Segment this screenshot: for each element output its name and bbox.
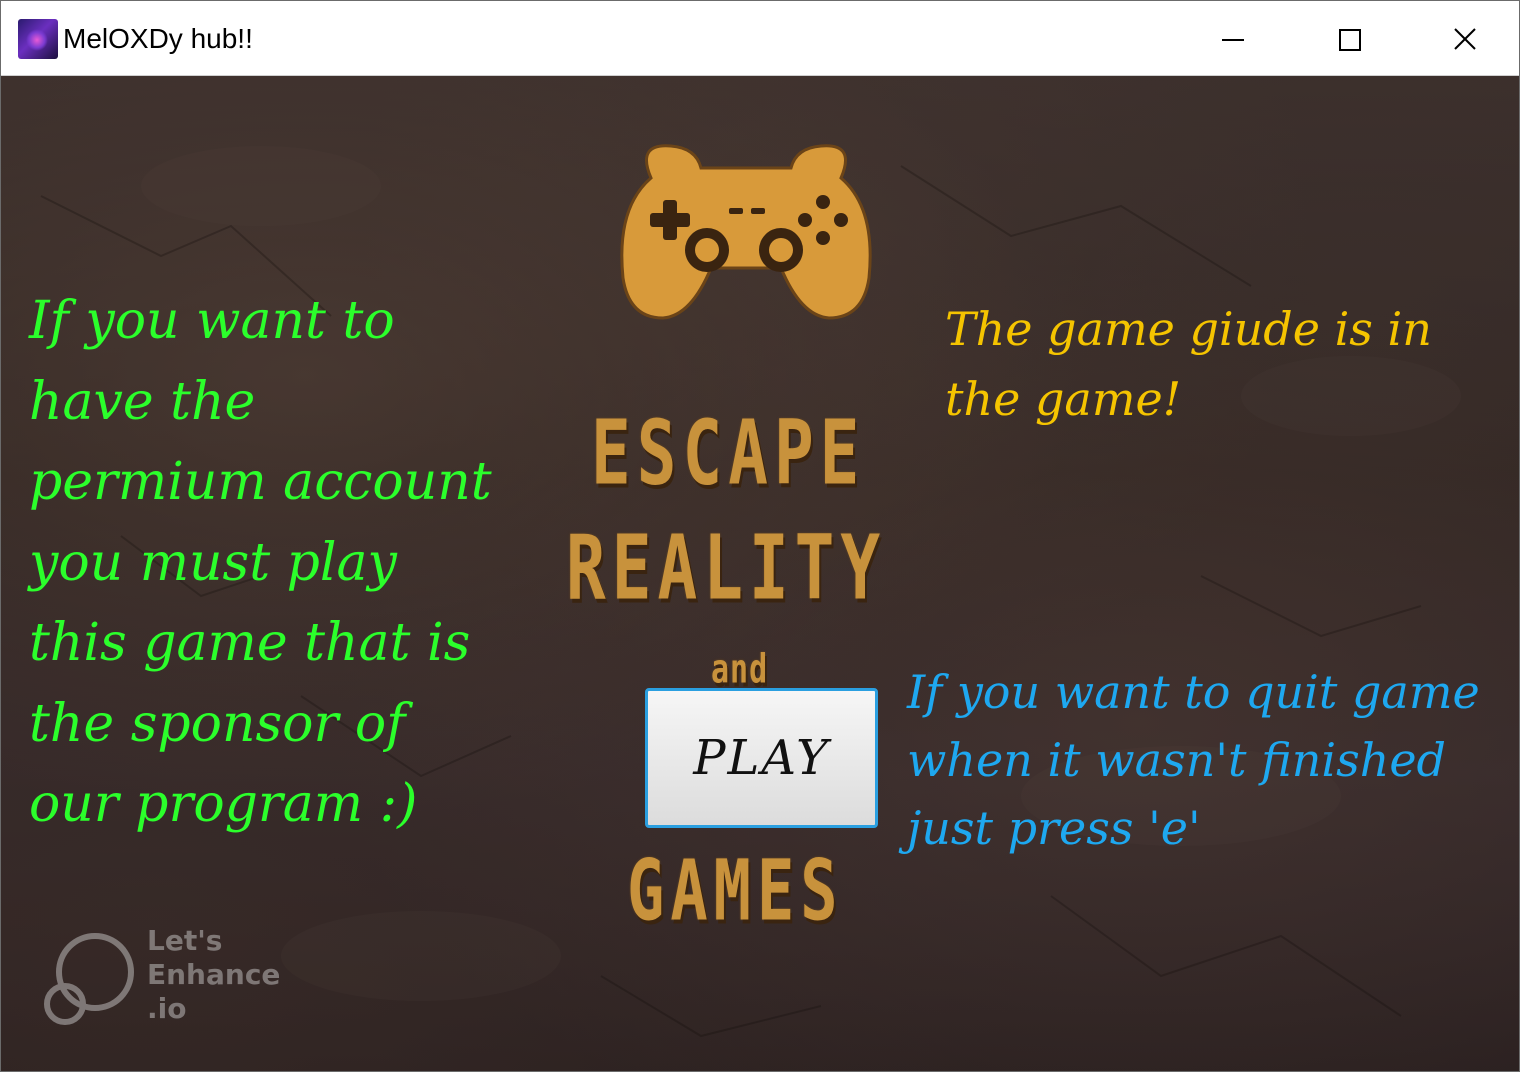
gamepad-icon (620, 144, 872, 320)
title-bar[interactable]: MelOXDy hub!! (1, 1, 1519, 76)
quit-message: If you want to quit game when it wasn't … (907, 665, 1480, 855)
watermark-line-2: Enhance (147, 958, 281, 991)
guide-message: The game giude is in the game! (945, 302, 1432, 426)
watermark-line-1: Let's (147, 924, 223, 957)
watermark-text: Let's Enhance .io (147, 924, 280, 1026)
poster-line-games: GAMES (627, 841, 844, 940)
enhance-logo-icon (44, 933, 134, 1025)
maximize-button[interactable] (1291, 1, 1407, 75)
poster-line-escape: ESCAPE (591, 401, 866, 505)
app-window: MelOXDy hub!! ESCAPE REALITY and GAMES I… (0, 0, 1520, 1072)
minimize-button[interactable] (1175, 1, 1291, 75)
play-button[interactable]: PLAY (645, 688, 878, 828)
close-button[interactable] (1407, 1, 1519, 75)
poster-line-and: and (711, 646, 769, 694)
premium-message: If you want to have the permium account … (29, 291, 492, 834)
watermark-line-3: .io (147, 992, 187, 1025)
background-poster: ESCAPE REALITY and GAMES If you want to … (1, 76, 1519, 1071)
close-icon (1454, 28, 1476, 50)
watermark-logo: Let's Enhance .io (43, 924, 283, 1034)
app-icon (18, 19, 58, 59)
play-button-label: PLAY (693, 730, 830, 786)
poster-line-reality: REALITY (566, 516, 887, 620)
window-title: MelOXDy hub!! (63, 23, 253, 54)
